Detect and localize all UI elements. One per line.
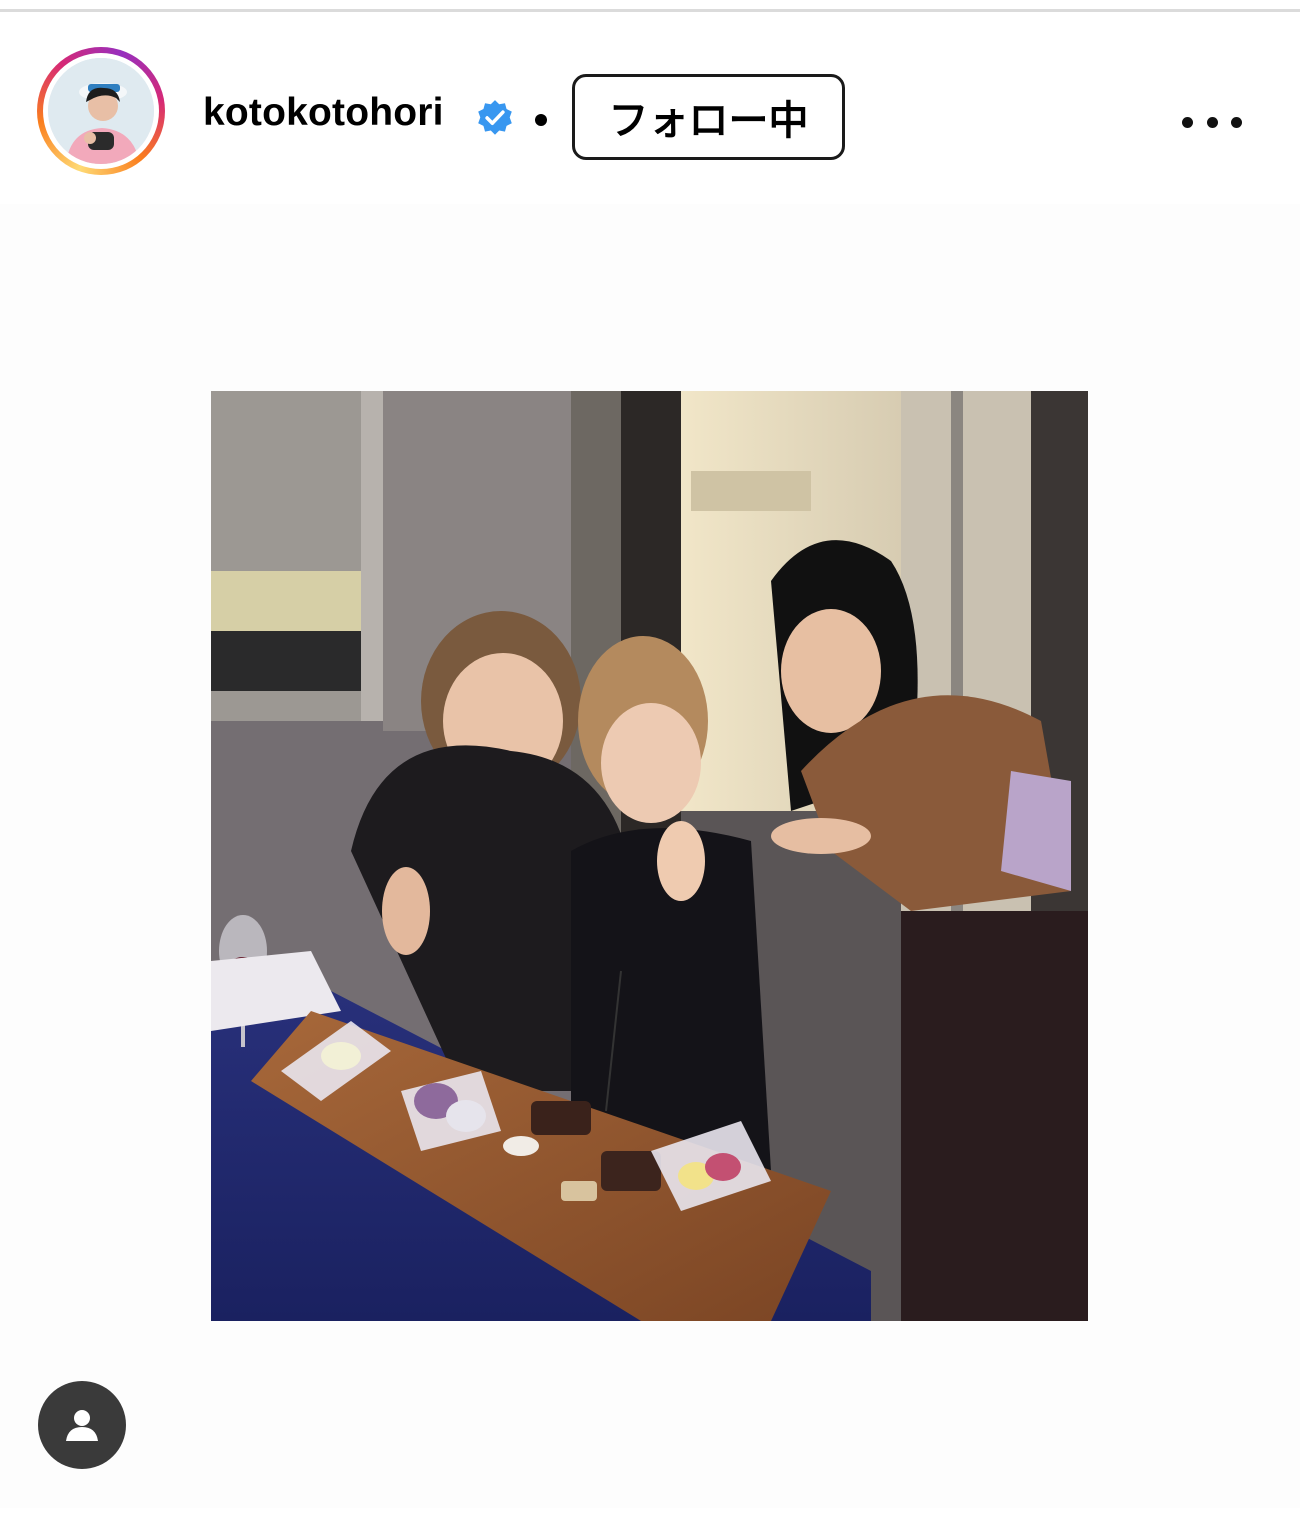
more-options-icon[interactable] <box>1182 108 1242 136</box>
avatar-image <box>48 58 154 164</box>
post-header: kotokotohori フォロー中 <box>0 12 1300 204</box>
verified-badge-icon <box>474 98 516 140</box>
username[interactable]: kotokotohori <box>203 90 444 136</box>
bottom-spacer <box>0 1508 1300 1529</box>
following-button[interactable]: フォロー中 <box>572 74 845 160</box>
post-photo[interactable] <box>211 391 1088 1321</box>
separator-dot <box>535 114 547 126</box>
profile-avatar[interactable] <box>37 47 165 175</box>
tagged-users-icon[interactable] <box>38 1381 126 1469</box>
